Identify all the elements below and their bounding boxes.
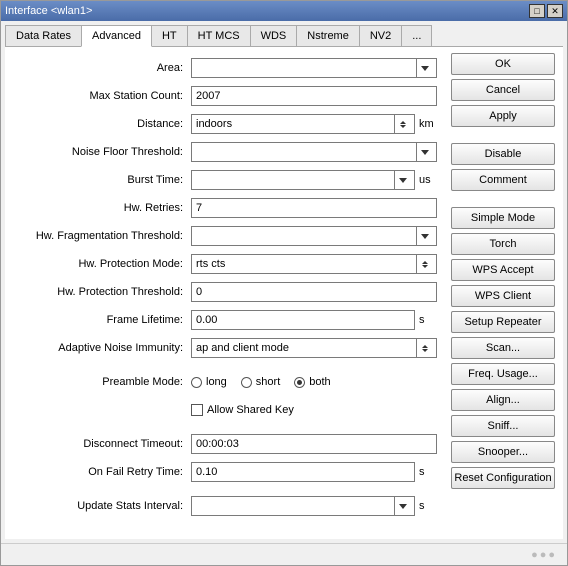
max-station-count-label: Max Station Count: (11, 90, 191, 102)
adaptive-noise-immunity-label: Adaptive Noise Immunity: (11, 342, 191, 354)
distance-input[interactable]: indoors (191, 114, 415, 134)
checkbox-icon (191, 404, 203, 416)
close-button[interactable]: ✕ (547, 4, 563, 18)
dropdown-icon[interactable] (394, 171, 410, 189)
updown-icon[interactable] (416, 255, 432, 273)
tab-nv2[interactable]: NV2 (359, 25, 402, 46)
adaptive-noise-immunity-input[interactable]: ap and client mode (191, 338, 437, 358)
s-unit-2: s (419, 466, 437, 478)
dropdown-icon[interactable] (416, 59, 432, 77)
preamble-long-label: long (206, 376, 227, 388)
hw-protection-threshold-label: Hw. Protection Threshold: (11, 286, 191, 298)
area-label: Area: (11, 62, 191, 74)
form-area: Area: Max Station Count: 2007 (5, 47, 443, 539)
distance-label: Distance: (11, 118, 191, 130)
area-input[interactable] (191, 58, 437, 78)
hw-retries-label: Hw. Retries: (11, 202, 191, 214)
minimize-button[interactable]: □ (529, 4, 545, 18)
titlebar-buttons: □ ✕ (529, 4, 563, 18)
window: Interface <wlan1> □ ✕ Data Rates Advance… (0, 0, 568, 566)
preamble-both-label: both (309, 376, 330, 388)
burst-time-input[interactable] (191, 170, 415, 190)
align-button[interactable]: Align... (451, 389, 555, 411)
preamble-short-radio[interactable]: short (241, 376, 280, 388)
snooper-button[interactable]: Snooper... (451, 441, 555, 463)
noise-floor-threshold-input[interactable] (191, 142, 437, 162)
cancel-button[interactable]: Cancel (451, 79, 555, 101)
apply-button[interactable]: Apply (451, 105, 555, 127)
window-title: Interface <wlan1> (5, 5, 529, 17)
hw-protection-mode-input[interactable]: rts cts (191, 254, 437, 274)
tab-ht-mcs[interactable]: HT MCS (187, 25, 251, 46)
update-stats-interval-input[interactable] (191, 496, 415, 516)
s-unit-1: s (419, 314, 437, 326)
tab-advanced[interactable]: Advanced (81, 25, 152, 47)
preamble-long-radio[interactable]: long (191, 376, 227, 388)
disconnect-timeout-label: Disconnect Timeout: (11, 438, 191, 450)
update-stats-interval-label: Update Stats Interval: (11, 500, 191, 512)
tabs: Data Rates Advanced HT HT MCS WDS Nstrem… (1, 21, 567, 46)
noise-floor-threshold-label: Noise Floor Threshold: (11, 146, 191, 158)
content: Data Rates Advanced HT HT MCS WDS Nstrem… (1, 21, 567, 565)
wps-client-button[interactable]: WPS Client (451, 285, 555, 307)
reset-configuration-button[interactable]: Reset Configuration (451, 467, 555, 489)
tab-nstreme[interactable]: Nstreme (296, 25, 360, 46)
km-unit: km (419, 118, 437, 130)
radio-icon (294, 377, 305, 388)
wps-accept-button[interactable]: WPS Accept (451, 259, 555, 281)
radio-icon (191, 377, 202, 388)
hw-protection-mode-label: Hw. Protection Mode: (11, 258, 191, 270)
allow-shared-key-label: Allow Shared Key (207, 404, 294, 416)
burst-time-label: Burst Time: (11, 174, 191, 186)
ok-button[interactable]: OK (451, 53, 555, 75)
frame-lifetime-input[interactable]: 0.00 (191, 310, 415, 330)
s-unit-3: s (419, 500, 437, 512)
max-station-count-input[interactable]: 2007 (191, 86, 437, 106)
simple-mode-button[interactable]: Simple Mode (451, 207, 555, 229)
hw-retries-input[interactable]: 7 (191, 198, 437, 218)
statusbar: ●●● (1, 543, 567, 565)
disconnect-timeout-input[interactable]: 00:00:03 (191, 434, 437, 454)
disable-button[interactable]: Disable (451, 143, 555, 165)
preamble-both-radio[interactable]: both (294, 376, 330, 388)
scan-button[interactable]: Scan... (451, 337, 555, 359)
tab-wds[interactable]: WDS (250, 25, 298, 46)
us-unit: us (419, 174, 437, 186)
titlebar: Interface <wlan1> □ ✕ (1, 1, 567, 21)
tab-more[interactable]: ... (401, 25, 432, 46)
setup-repeater-button[interactable]: Setup Repeater (451, 311, 555, 333)
tab-data-rates[interactable]: Data Rates (5, 25, 82, 46)
updown-icon[interactable] (394, 115, 410, 133)
freq-usage-button[interactable]: Freq. Usage... (451, 363, 555, 385)
sniff-button[interactable]: Sniff... (451, 415, 555, 437)
preamble-short-label: short (256, 376, 280, 388)
radio-icon (241, 377, 252, 388)
preamble-mode-label: Preamble Mode: (11, 376, 191, 388)
button-column: OK Cancel Apply Disable Comment Simple M… (443, 47, 563, 539)
allow-shared-key-checkbox[interactable]: Allow Shared Key (191, 404, 294, 416)
comment-button[interactable]: Comment (451, 169, 555, 191)
hw-protection-threshold-input[interactable]: 0 (191, 282, 437, 302)
torch-button[interactable]: Torch (451, 233, 555, 255)
panel: Area: Max Station Count: 2007 (5, 46, 563, 539)
dropdown-icon[interactable] (416, 227, 432, 245)
on-fail-retry-time-label: On Fail Retry Time: (11, 466, 191, 478)
frame-lifetime-label: Frame Lifetime: (11, 314, 191, 326)
on-fail-retry-time-input[interactable]: 0.10 (191, 462, 415, 482)
hw-frag-threshold-input[interactable] (191, 226, 437, 246)
hw-frag-threshold-label: Hw. Fragmentation Threshold: (11, 230, 191, 242)
updown-icon[interactable] (416, 339, 432, 357)
preamble-mode-group: long short both (191, 376, 331, 388)
dropdown-icon[interactable] (394, 497, 410, 515)
tab-ht[interactable]: HT (151, 25, 188, 46)
dropdown-icon[interactable] (416, 143, 432, 161)
